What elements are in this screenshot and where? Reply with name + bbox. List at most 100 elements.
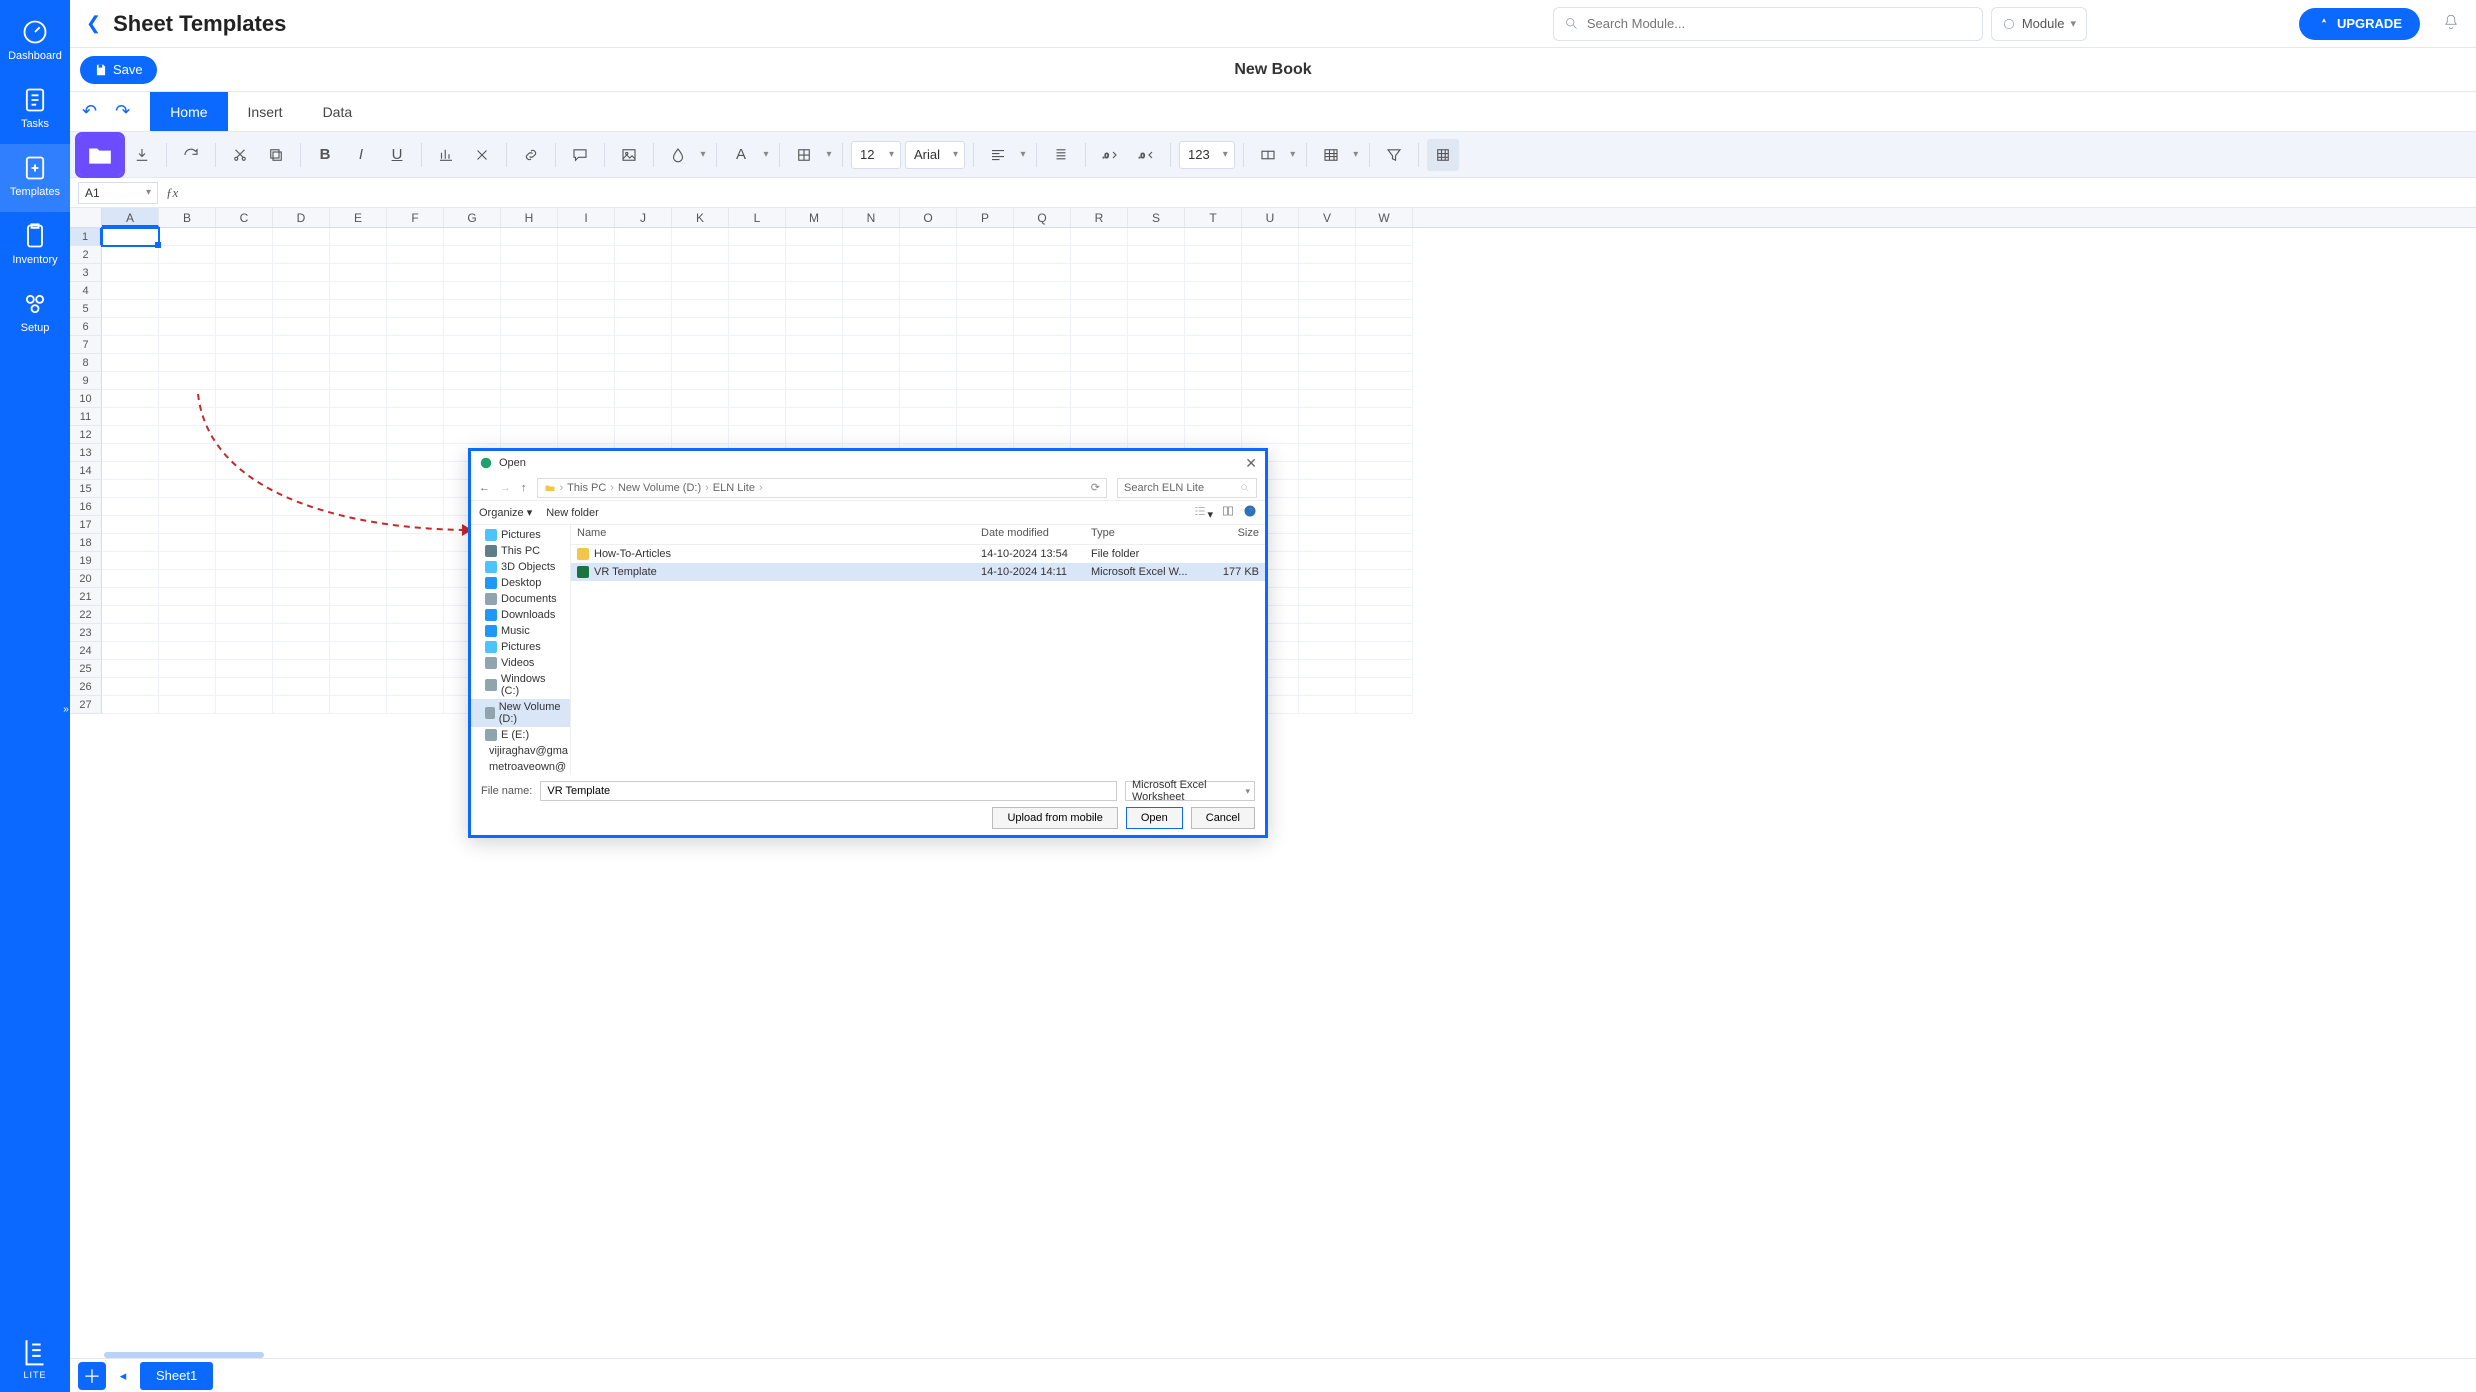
cell[interactable]	[102, 372, 159, 390]
cell[interactable]	[444, 246, 501, 264]
col-header[interactable]: E	[330, 208, 387, 227]
cell[interactable]	[843, 228, 900, 246]
cell[interactable]	[1014, 426, 1071, 444]
cell[interactable]	[1071, 282, 1128, 300]
cell[interactable]	[444, 372, 501, 390]
cell[interactable]	[273, 264, 330, 282]
cell[interactable]	[1299, 426, 1356, 444]
cell[interactable]	[159, 318, 216, 336]
cell[interactable]	[615, 390, 672, 408]
sidebar-expand-handle[interactable]: »	[62, 696, 70, 722]
cell[interactable]	[273, 228, 330, 246]
row-header[interactable]: 27	[70, 696, 102, 714]
cell[interactable]	[1014, 246, 1071, 264]
col-header[interactable]: O	[900, 208, 957, 227]
cell[interactable]	[900, 282, 957, 300]
cancel-button[interactable]: Cancel	[1191, 807, 1255, 829]
cell[interactable]	[843, 336, 900, 354]
cell[interactable]	[1356, 408, 1413, 426]
cell[interactable]	[444, 228, 501, 246]
cell[interactable]	[216, 462, 273, 480]
cell[interactable]	[1356, 462, 1413, 480]
cell[interactable]	[900, 354, 957, 372]
cell[interactable]	[159, 678, 216, 696]
cell[interactable]	[102, 480, 159, 498]
row-header[interactable]: 15	[70, 480, 102, 498]
cell[interactable]	[1185, 300, 1242, 318]
cell[interactable]	[501, 300, 558, 318]
cell[interactable]	[672, 336, 729, 354]
col-header[interactable]: V	[1299, 208, 1356, 227]
cell[interactable]	[216, 354, 273, 372]
file-type-filter[interactable]: Microsoft Excel Worksheet	[1125, 781, 1255, 801]
cell[interactable]	[159, 588, 216, 606]
text-color-dropdown[interactable]: ▾	[761, 149, 771, 160]
cell[interactable]	[216, 300, 273, 318]
cell[interactable]	[786, 264, 843, 282]
sheet-scroll-left[interactable]: ◂	[112, 1362, 134, 1390]
cell[interactable]	[1128, 372, 1185, 390]
sheet-tab[interactable]: Sheet1	[140, 1362, 213, 1390]
cell[interactable]	[273, 408, 330, 426]
row-header[interactable]: 17	[70, 516, 102, 534]
view-mode-icon[interactable]: ▾	[1193, 504, 1213, 521]
cell[interactable]	[273, 462, 330, 480]
cell[interactable]	[273, 588, 330, 606]
align-dropdown[interactable]: ▾	[1018, 149, 1028, 160]
cell[interactable]	[1299, 390, 1356, 408]
row-header[interactable]: 2	[70, 246, 102, 264]
cell[interactable]	[330, 444, 387, 462]
cell[interactable]	[786, 228, 843, 246]
cell[interactable]	[1185, 318, 1242, 336]
cell[interactable]	[1071, 354, 1128, 372]
cell[interactable]	[558, 408, 615, 426]
cell[interactable]	[330, 498, 387, 516]
cell[interactable]	[1128, 246, 1185, 264]
cell[interactable]	[558, 336, 615, 354]
cell[interactable]	[216, 480, 273, 498]
cell[interactable]	[615, 300, 672, 318]
preview-icon[interactable]	[1221, 504, 1235, 521]
cell[interactable]	[330, 552, 387, 570]
cell[interactable]	[387, 696, 444, 714]
row-header[interactable]: 12	[70, 426, 102, 444]
cell[interactable]	[102, 516, 159, 534]
cell[interactable]	[102, 354, 159, 372]
tree-item[interactable]: 3D Objects	[471, 559, 570, 575]
cell[interactable]	[558, 282, 615, 300]
cell[interactable]	[330, 642, 387, 660]
cell[interactable]	[216, 426, 273, 444]
row-header[interactable]: 4	[70, 282, 102, 300]
cell[interactable]	[1299, 534, 1356, 552]
cell[interactable]	[102, 660, 159, 678]
row-header[interactable]: 3	[70, 264, 102, 282]
cell[interactable]	[330, 426, 387, 444]
cell[interactable]	[216, 534, 273, 552]
cell[interactable]	[216, 336, 273, 354]
cell[interactable]	[843, 282, 900, 300]
cell[interactable]	[957, 390, 1014, 408]
tree-item[interactable]: Downloads	[471, 607, 570, 623]
cell[interactable]	[159, 264, 216, 282]
cell[interactable]	[159, 300, 216, 318]
col-header[interactable]: R	[1071, 208, 1128, 227]
cell[interactable]	[102, 642, 159, 660]
cell[interactable]	[273, 534, 330, 552]
cell[interactable]	[786, 390, 843, 408]
cell[interactable]	[444, 390, 501, 408]
nav-forward-icon[interactable]: →	[500, 482, 511, 494]
filename-input[interactable]	[540, 781, 1117, 801]
tree-item[interactable]: Desktop	[471, 575, 570, 591]
cell[interactable]	[159, 426, 216, 444]
help-icon[interactable]: ?	[1243, 504, 1257, 521]
cell[interactable]	[1356, 516, 1413, 534]
cell[interactable]	[387, 588, 444, 606]
cell[interactable]	[900, 390, 957, 408]
cell[interactable]	[387, 444, 444, 462]
cell[interactable]	[159, 408, 216, 426]
tab-home[interactable]: Home	[150, 92, 227, 131]
cell[interactable]	[1299, 498, 1356, 516]
row-header[interactable]: 24	[70, 642, 102, 660]
cell[interactable]	[1242, 426, 1299, 444]
cell[interactable]	[102, 588, 159, 606]
